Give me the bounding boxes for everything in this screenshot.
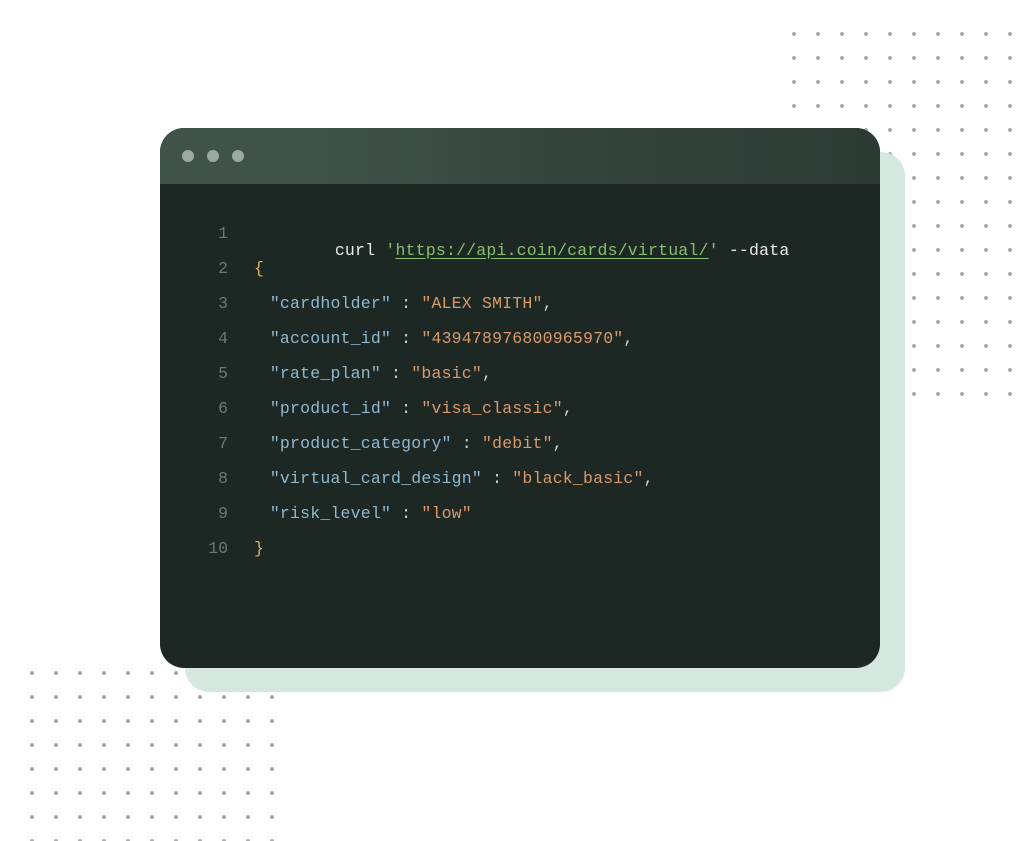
code-content: } <box>232 541 264 558</box>
quote-close: ' <box>709 241 719 260</box>
json-colon: : <box>391 294 421 313</box>
code-content: "cardholder" : "ALEX SMITH", <box>232 296 553 313</box>
code-content: curl 'https://api.coin/cards/virtual/' -… <box>232 226 789 276</box>
line-number: 8 <box>194 471 232 488</box>
json-value: "ALEX SMITH" <box>421 294 542 313</box>
quote-open: ' <box>385 241 395 260</box>
brace-close: } <box>254 539 264 558</box>
code-line: 6 "product_id" : "visa_classic", <box>194 401 846 436</box>
code-line: 4 "account_id" : "439478976800965970", <box>194 331 846 366</box>
line-number: 1 <box>194 226 232 243</box>
code-line: 3 "cardholder" : "ALEX SMITH", <box>194 296 846 331</box>
json-value: "low" <box>421 504 472 523</box>
code-line: 8 "virtual_card_design" : "black_basic", <box>194 471 846 506</box>
line-number: 5 <box>194 366 232 383</box>
code-content: "rate_plan" : "basic", <box>232 366 492 383</box>
json-key: "cardholder" <box>270 294 391 313</box>
code-line: 7 "product_category" : "debit", <box>194 436 846 471</box>
line-number: 3 <box>194 296 232 313</box>
json-value: "439478976800965970" <box>421 329 623 348</box>
code-content: "product_category" : "debit", <box>232 436 563 453</box>
window-titlebar <box>160 128 880 184</box>
code-content: "virtual_card_design" : "black_basic", <box>232 471 654 488</box>
json-colon: : <box>381 364 411 383</box>
json-colon: : <box>482 469 512 488</box>
line-number: 6 <box>194 401 232 418</box>
json-comma: , <box>644 469 654 488</box>
line-number: 10 <box>194 541 232 558</box>
window-control-zoom[interactable] <box>232 150 244 162</box>
json-comma: , <box>553 434 563 453</box>
brace-open: { <box>254 259 264 278</box>
code-content: "account_id" : "439478976800965970", <box>232 331 634 348</box>
code-area: 1 curl 'https://api.coin/cards/virtual/'… <box>160 184 880 576</box>
json-key: "product_id" <box>270 399 391 418</box>
terminal-window: 1 curl 'https://api.coin/cards/virtual/'… <box>160 128 880 668</box>
curl-command: curl <box>335 241 386 260</box>
json-comma: , <box>543 294 553 313</box>
json-comma: , <box>563 399 573 418</box>
json-comma: , <box>623 329 633 348</box>
code-content: "risk_level" : "low" <box>232 506 472 523</box>
json-colon: : <box>391 504 421 523</box>
line-number: 7 <box>194 436 232 453</box>
curl-flag: --data <box>719 241 790 260</box>
json-key: "product_category" <box>270 434 452 453</box>
api-url[interactable]: https://api.coin/cards/virtual/ <box>395 241 708 260</box>
json-key: "account_id" <box>270 329 391 348</box>
json-value: "basic" <box>411 364 482 383</box>
json-key: "rate_plan" <box>270 364 381 383</box>
json-colon: : <box>391 399 421 418</box>
json-value: "visa_classic" <box>421 399 562 418</box>
json-key: "risk_level" <box>270 504 391 523</box>
code-line: 5 "rate_plan" : "basic", <box>194 366 846 401</box>
code-content: "product_id" : "visa_classic", <box>232 401 573 418</box>
json-colon: : <box>391 329 421 348</box>
json-comma: , <box>482 364 492 383</box>
json-colon: : <box>452 434 482 453</box>
json-key: "virtual_card_design" <box>270 469 482 488</box>
code-content: { <box>232 261 264 278</box>
line-number: 9 <box>194 506 232 523</box>
code-line: 9 "risk_level" : "low" <box>194 506 846 541</box>
line-number: 2 <box>194 261 232 278</box>
window-control-close[interactable] <box>182 150 194 162</box>
json-value: "debit" <box>482 434 553 453</box>
json-value: "black_basic" <box>512 469 643 488</box>
window-control-minimize[interactable] <box>207 150 219 162</box>
line-number: 4 <box>194 331 232 348</box>
code-line: 1 curl 'https://api.coin/cards/virtual/'… <box>194 226 846 261</box>
code-line: 10 } <box>194 541 846 576</box>
